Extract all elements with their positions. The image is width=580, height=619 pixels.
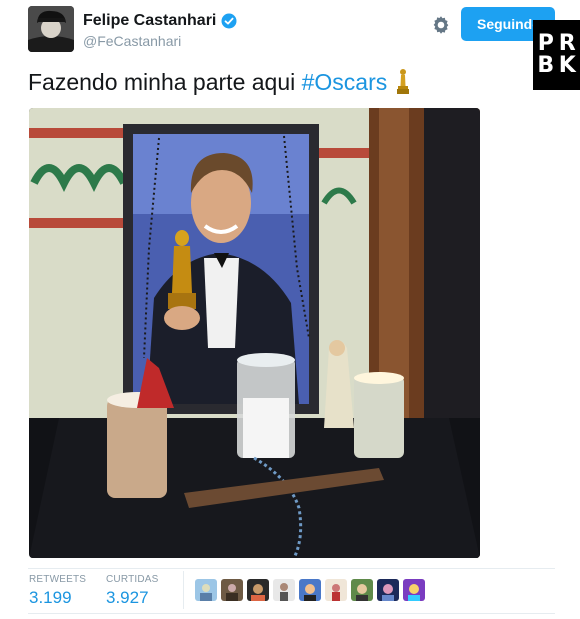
liker-avatar[interactable] <box>247 579 269 601</box>
liker-avatar[interactable] <box>325 579 347 601</box>
divider <box>28 568 555 569</box>
retweets-stat[interactable]: RETWEETS 3.199 <box>29 574 86 608</box>
liker-avatar[interactable] <box>273 579 295 601</box>
author-name-text: Felipe Castanhari <box>83 12 217 29</box>
liker-avatar[interactable] <box>377 579 399 601</box>
author-handle[interactable]: @FeCastanhari <box>83 33 181 49</box>
liker-avatar[interactable] <box>403 579 425 601</box>
hashtag-link[interactable]: #Oscars <box>302 69 388 96</box>
liker-avatar[interactable] <box>221 579 243 601</box>
watermark-letter: K <box>558 53 576 78</box>
watermark-letter: P <box>537 31 554 56</box>
tweet-text: Fazendo minha parte aqui #Oscars <box>28 68 411 96</box>
divider <box>28 613 555 614</box>
liker-avatars <box>195 579 425 601</box>
liker-avatar[interactable] <box>195 579 217 601</box>
tweet-body: Fazendo minha parte aqui <box>28 68 302 95</box>
watermark-logo: P R B K <box>533 20 580 90</box>
likes-stat[interactable]: CURTIDAS 3.927 <box>106 574 159 608</box>
verified-badge-icon <box>221 13 237 29</box>
gear-icon[interactable] <box>430 14 452 36</box>
liker-avatar[interactable] <box>299 579 321 601</box>
author-name[interactable]: Felipe Castanhari <box>83 12 237 30</box>
liker-avatar[interactable] <box>351 579 373 601</box>
retweets-count: 3.199 <box>29 588 72 607</box>
likes-count: 3.927 <box>106 588 149 607</box>
likes-label: CURTIDAS <box>106 574 159 585</box>
watermark-letter: R <box>558 31 576 56</box>
divider <box>183 571 184 609</box>
photo-altar-leonardo-oscar-icon <box>29 108 480 558</box>
trophy-icon <box>397 69 410 94</box>
retweets-label: RETWEETS <box>29 574 87 585</box>
tweet-photo[interactable] <box>29 108 480 558</box>
avatar[interactable] <box>28 6 74 52</box>
profile-avatar-icon <box>28 6 74 52</box>
watermark-letter: B <box>537 53 555 78</box>
